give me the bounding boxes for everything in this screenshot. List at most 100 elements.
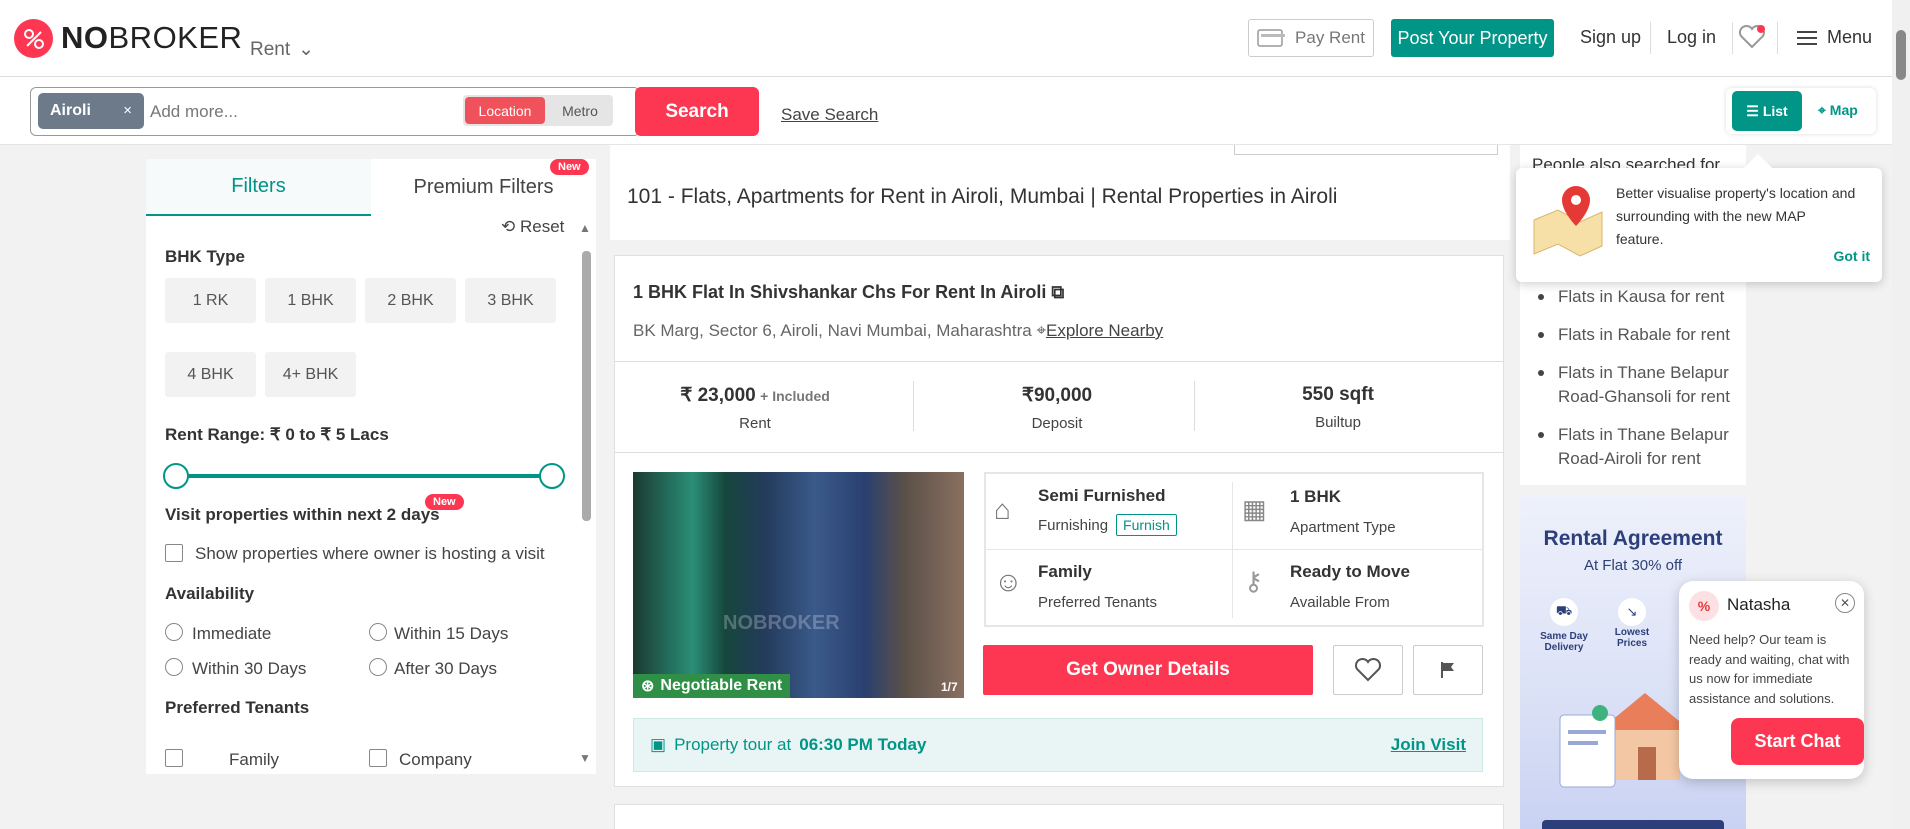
tooltip-arrow [1743,153,1773,183]
related-link[interactable]: Flats in Thane Belapur Road-Ghansoli for… [1532,361,1742,409]
property-card [614,804,1504,829]
chip-close-icon[interactable]: × [123,102,132,119]
availability-radio[interactable] [165,623,183,641]
explore-nearby-link[interactable]: Explore Nearby [1046,321,1163,340]
visit-checkbox[interactable] [165,544,183,562]
reset-button[interactable]: ⟲ Reset [501,217,564,237]
hamburger-icon [1797,30,1817,45]
tenant-checkbox[interactable] [369,749,387,767]
save-search-link[interactable]: Save Search [781,105,878,125]
visit-checkbox-label: Show properties where owner is hosting a… [195,544,545,563]
property-title[interactable]: 1 BHK Flat In Shivshankar Chs For Rent I… [633,282,1064,303]
sort-dropdown[interactable] [1234,145,1498,155]
shortlist-heart-icon[interactable] [1738,24,1766,55]
new-badge: New [425,494,464,510]
photo-count: 1/7 [941,680,958,694]
post-property-button[interactable]: Post Your Property [1391,19,1554,57]
menu-button[interactable]: Menu [1797,27,1872,48]
metro-toggle[interactable]: Metro [547,95,613,126]
page-scrollbar-thumb[interactable] [1896,30,1906,80]
person-icon: ☺ [994,566,1023,597]
pay-rent-button[interactable]: Pay Rent [1248,19,1374,57]
heart-icon [1354,657,1382,682]
search-button[interactable]: Search [635,87,759,136]
tenant-label: Company [399,750,472,769]
property-photo[interactable]: NOBROKER [633,472,964,698]
rent-range-title: Rent Range: ₹ 0 to ₹ 5 Lacs [165,425,389,444]
map-view-button[interactable]: ⌖ Map [1818,102,1858,119]
furnish-badge[interactable]: Furnish [1116,514,1177,536]
tenant-label: Family [229,750,280,769]
page-scrollbar[interactable] [1892,0,1910,829]
external-link-icon[interactable]: ⧉ [1051,282,1064,302]
brand-logo-text[interactable]: NOBROKER [61,20,242,56]
location-pin-icon: ⌖ [1036,321,1047,340]
start-chat-button[interactable]: Start Chat [1731,718,1864,765]
divider [1194,381,1195,431]
property-tour-banner: ▣ Property tour at 06:30 PM Today Join V… [633,718,1483,772]
preferred-tenants-title: Preferred Tenants [165,698,310,717]
bhk-option[interactable]: 1 RK [165,278,256,323]
tenants-label: Preferred Tenants [1038,594,1157,611]
got-it-button[interactable]: Got it [1833,248,1870,264]
location-metro-toggle[interactable]: Location Metro [463,95,613,126]
bhk-option[interactable]: 4 BHK [165,352,256,397]
rupee-circle-icon: ⊛ [641,678,655,695]
search-input[interactable]: Add more... [150,102,238,122]
chevron-down-icon: ⌄ [298,39,315,60]
card-icon [1257,29,1286,47]
location-toggle[interactable]: Location [465,97,545,124]
list-icon: ☰ [1746,102,1759,119]
flag-icon [1441,662,1454,678]
rent-min-handle[interactable] [163,463,189,489]
bhk-option[interactable]: 1 BHK [265,278,356,323]
divider [615,452,1503,453]
tab-filters[interactable]: Filters [146,159,371,216]
divider [1650,22,1651,54]
shortlist-button[interactable] [1333,645,1403,695]
availability-radio[interactable] [165,658,183,676]
scroll-up-arrow[interactable]: ▲ [579,221,591,235]
rent-range-slider[interactable] [176,474,551,478]
report-button[interactable] [1413,645,1483,695]
list-view-button[interactable]: ☰ List [1732,91,1802,131]
bhk-type-title: BHK Type [165,247,245,266]
scroll-down-arrow[interactable]: ▼ [579,751,591,765]
chat-widget: % Natasha ✕ Need help? Our team is ready… [1679,581,1864,779]
location-chip[interactable]: Airoli × [38,93,144,129]
ad-title: Rental Agreement [1543,527,1723,550]
related-link[interactable]: Flats in Rabale for rent [1532,323,1742,347]
ad-subtitle: At Flat 30% off [1583,557,1683,574]
apartment-type-value: 1 BHK [1290,487,1342,506]
signup-link[interactable]: Sign up [1580,27,1641,48]
ad-feature-label: Same Day Delivery [1540,631,1588,653]
close-icon[interactable]: ✕ [1835,593,1855,613]
property-info-grid: ⌂ Semi Furnished Furnishing Furnish ▦ 1 B… [984,472,1484,627]
login-link[interactable]: Log in [1667,27,1716,48]
nobroker-logo-icon[interactable] [14,19,53,58]
rent-dropdown[interactable]: Rent ⌄ [250,38,314,61]
property-address: BK Marg, Sector 6, Airoli, Navi Mumbai, … [633,321,1164,340]
furnishing-label: Furnishing Furnish [1038,514,1177,536]
related-link[interactable]: Flats in Thane Belapur Road-Airoli for r… [1532,423,1742,471]
apartment-type-label: Apartment Type [1290,519,1396,536]
get-owner-details-button[interactable]: Get Owner Details [983,645,1313,695]
key-icon: ⚷ [1244,566,1264,596]
related-links: Flats in Kausa for rent Flats in Rabale … [1532,285,1742,485]
join-visit-link[interactable]: Join Visit [1391,735,1466,755]
availability-label: After 30 Days [394,659,497,678]
bhk-option[interactable]: 2 BHK [365,278,456,323]
bhk-option[interactable]: 4+ BHK [265,352,356,397]
availability-radio[interactable] [369,658,387,676]
tenant-checkbox[interactable] [165,749,183,767]
divider [913,381,914,431]
availability-label: Immediate [192,624,272,643]
new-badge: New [550,159,589,175]
availability-radio[interactable] [369,623,387,641]
filters-scrollbar[interactable] [582,251,591,521]
ad-cta-button[interactable] [1542,820,1724,829]
watermark: NOBROKER [723,612,840,634]
related-link[interactable]: Flats in Kausa for rent [1532,285,1742,309]
bhk-option[interactable]: 3 BHK [465,278,556,323]
rent-max-handle[interactable] [539,463,565,489]
